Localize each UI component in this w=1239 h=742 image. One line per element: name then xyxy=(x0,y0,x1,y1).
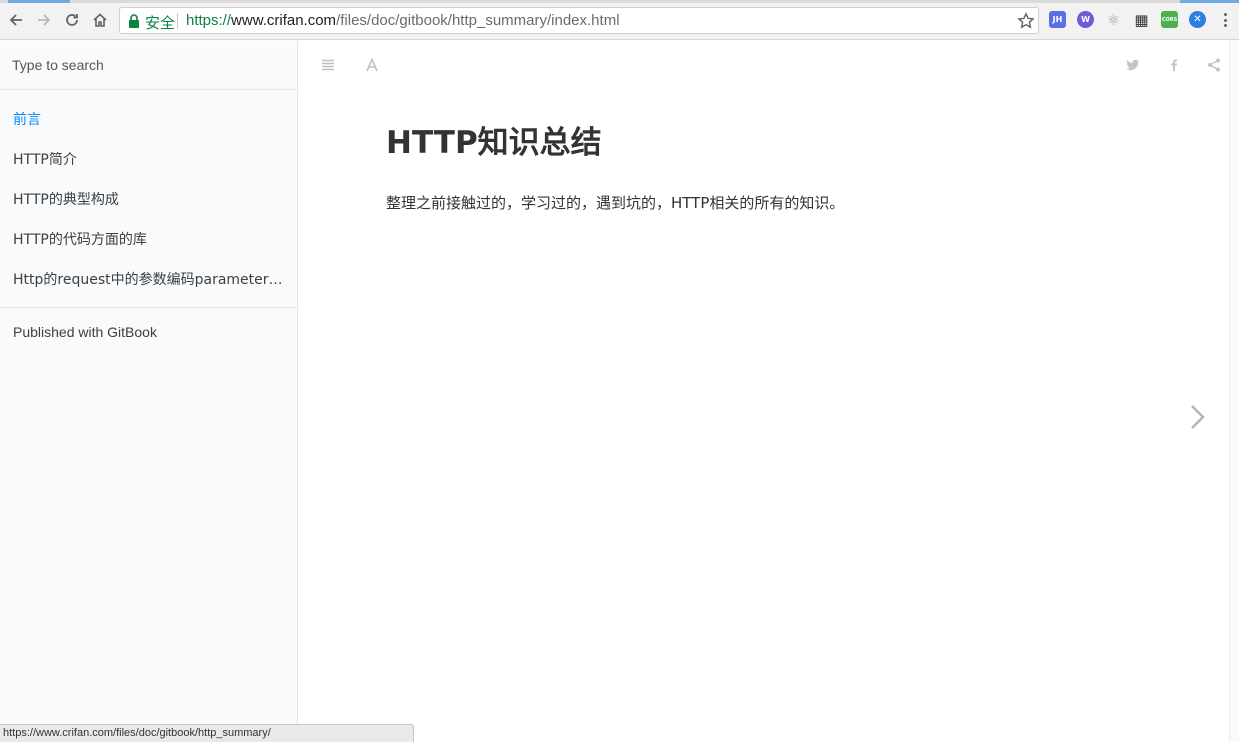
back-arrow-icon xyxy=(9,14,22,26)
jh-extension-icon[interactable]: JH xyxy=(1049,11,1066,28)
toggle-sidebar-button[interactable] xyxy=(318,56,338,74)
forward-arrow-icon xyxy=(38,14,51,26)
menu-dot-icon xyxy=(1223,24,1227,27)
sidebar-divider xyxy=(0,307,297,308)
facebook-icon xyxy=(1171,59,1178,71)
url-scheme: https:// xyxy=(186,12,232,29)
page-title: HTTP知识总结 xyxy=(386,125,602,161)
chapter-item-parameter-encoding[interactable]: Http的request中的参数编码parameter encoding xyxy=(0,260,297,300)
next-page-chevron-icon[interactable] xyxy=(1186,401,1208,433)
book-header xyxy=(298,41,1239,89)
url-host: www.crifan.com xyxy=(231,12,337,29)
search-input[interactable] xyxy=(0,41,297,89)
book-summary-sidebar: 前言 HTTP简介 HTTP的典型构成 HTTP的代码方面的库 Http的req… xyxy=(0,41,298,742)
blue-extension-icon[interactable]: ✕ xyxy=(1189,11,1206,28)
reload-icon xyxy=(66,14,78,26)
share-icon xyxy=(1208,58,1220,72)
tab-strip[interactable] xyxy=(0,0,1239,3)
reload-button[interactable] xyxy=(61,9,83,31)
search-box xyxy=(0,41,297,90)
react-devtools-icon[interactable]: ⚛ xyxy=(1105,11,1122,29)
browser-toolbar: 安全 https://www.crifan.com/files/doc/gitb… xyxy=(0,0,1239,40)
lock-icon xyxy=(129,14,139,28)
hamburger-menu-icon xyxy=(322,59,334,71)
forward-button[interactable] xyxy=(33,9,55,31)
menu-dot-icon xyxy=(1223,13,1227,16)
url-text[interactable]: https://www.crifan.com/files/doc/gitbook… xyxy=(186,12,620,29)
cors-extension-icon[interactable]: CORS xyxy=(1161,11,1178,28)
link-status-bar: https://www.crifan.com/files/doc/gitbook… xyxy=(0,724,414,742)
bookmark-star-icon[interactable] xyxy=(1017,12,1035,30)
address-bar[interactable]: 安全 https://www.crifan.com/files/doc/gitb… xyxy=(119,7,1039,34)
published-with-gitbook-link[interactable]: Published with GitBook xyxy=(13,324,157,340)
page-scrollbar[interactable] xyxy=(1229,41,1239,742)
twitter-icon xyxy=(1126,59,1139,71)
chapter-item-http-libraries[interactable]: HTTP的代码方面的库 xyxy=(0,220,297,260)
qr-code-icon[interactable]: ▦ xyxy=(1133,11,1150,29)
chapter-list: 前言 HTTP简介 HTTP的典型构成 HTTP的代码方面的库 Http的req… xyxy=(0,100,297,300)
tab-indicator-right xyxy=(1180,0,1239,3)
page-intro-text: 整理之前接触过的，学习过的，遇到坑的，HTTP相关的所有的知识。 xyxy=(386,194,845,212)
share-button[interactable] xyxy=(1204,56,1224,74)
chapter-item-preface[interactable]: 前言 xyxy=(0,100,297,140)
url-path: /files/doc/gitbook/http_summary/index.ht… xyxy=(336,12,620,29)
home-icon xyxy=(93,13,107,27)
url-separator xyxy=(177,13,178,29)
home-button[interactable] xyxy=(89,9,111,31)
chapter-item-http-intro[interactable]: HTTP简介 xyxy=(0,140,297,180)
back-button[interactable] xyxy=(5,9,27,31)
font-settings-button[interactable] xyxy=(362,56,382,74)
security-label: 安全 xyxy=(145,14,176,32)
facebook-share-button[interactable] xyxy=(1164,56,1184,74)
active-tab-indicator xyxy=(8,0,70,3)
font-settings-icon xyxy=(366,58,378,72)
browser-menu-button[interactable] xyxy=(1219,11,1231,29)
w-extension-icon[interactable]: W xyxy=(1077,11,1094,28)
chapter-item-http-structure[interactable]: HTTP的典型构成 xyxy=(0,180,297,220)
twitter-share-button[interactable] xyxy=(1123,56,1143,74)
menu-dot-icon xyxy=(1223,18,1227,22)
